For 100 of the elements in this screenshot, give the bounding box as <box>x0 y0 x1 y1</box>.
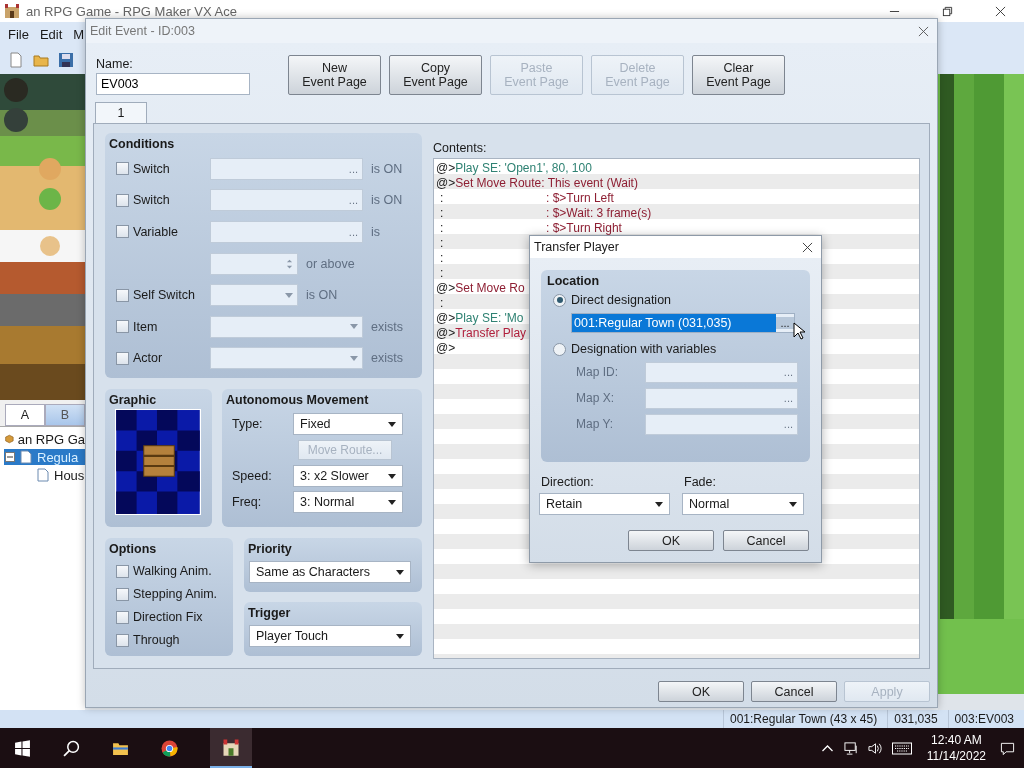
tree-item[interactable]: an RPG Ga <box>17 431 85 447</box>
condition-suffix: exists <box>371 351 403 366</box>
condition-suffix: is ON <box>371 193 403 208</box>
group-title: Options <box>109 542 158 556</box>
dialog-button[interactable]: OK <box>628 530 714 551</box>
radio-button[interactable] <box>553 293 566 307</box>
direction-dropdown[interactable]: Retain <box>539 493 670 515</box>
field-label: Map X: <box>575 391 615 405</box>
map-location-field[interactable]: 001:Regular Town (031,035) ... <box>571 313 795 333</box>
picker-field[interactable]: ... <box>210 189 363 212</box>
close-icon[interactable] <box>802 241 813 253</box>
name-field[interactable]: EV003 <box>96 73 250 95</box>
line-marker: : <box>439 235 445 250</box>
caret-icon <box>350 324 358 330</box>
browser-icon[interactable] <box>161 739 178 757</box>
line-marker: : <box>439 205 445 220</box>
taskbar-app-button[interactable] <box>210 728 252 768</box>
command-text[interactable]: : $>Wait: 3 frame(s) <box>448 205 652 220</box>
browse-button[interactable]: ... <box>776 317 794 329</box>
checkbox[interactable] <box>116 162 129 176</box>
variable-field[interactable]: ... <box>645 361 798 383</box>
page-icon <box>36 468 50 482</box>
caret-icon <box>396 633 404 639</box>
priority-dropdown[interactable]: Same as Characters <box>249 561 411 583</box>
checkbox[interactable] <box>116 225 129 239</box>
checkbox[interactable] <box>116 564 129 578</box>
line-marker: : <box>439 220 445 235</box>
checkbox[interactable] <box>116 587 129 601</box>
trigger-dropdown[interactable]: Player Touch <box>249 625 411 647</box>
group-title: Autonomous Movement <box>226 393 370 407</box>
browse-button[interactable]: ... <box>348 194 358 207</box>
search-icon[interactable] <box>63 739 80 757</box>
checkbox[interactable] <box>116 288 129 302</box>
variable-field[interactable]: ... <box>645 387 798 409</box>
browse-button[interactable]: ... <box>348 225 358 238</box>
castle-icon <box>221 737 241 757</box>
condition-suffix: is ON <box>371 161 403 176</box>
tileset-tab[interactable]: B <box>45 404 85 426</box>
close-icon[interactable] <box>918 25 929 37</box>
dialog-button[interactable]: Cancel <box>723 530 809 551</box>
menu-item[interactable]: Edit <box>39 26 63 42</box>
command-text[interactable]: Play SE: 'Open1', 80, 100 <box>455 160 592 175</box>
network-icon[interactable] <box>843 740 859 756</box>
checkbox[interactable] <box>116 193 129 207</box>
close-icon[interactable] <box>995 5 1006 17</box>
page-tab[interactable]: 1 <box>95 102 147 123</box>
menu-item[interactable]: File <box>8 26 29 42</box>
picker-field[interactable]: ... <box>210 157 363 180</box>
line-marker: : <box>439 190 445 205</box>
radio-button[interactable] <box>553 342 566 356</box>
browse-button[interactable]: ... <box>348 162 358 175</box>
caret-icon <box>285 292 293 298</box>
command-text[interactable]: Set Move Route: This event (Wait) <box>455 175 638 190</box>
windows-logo-icon[interactable] <box>14 739 31 757</box>
command-text[interactable]: : $>Turn Right <box>448 220 622 235</box>
variable-field[interactable]: ... <box>645 413 798 435</box>
event-page-button[interactable]: New Event Page <box>288 55 381 95</box>
dialog-button[interactable]: Cancel <box>751 681 837 702</box>
event-page-button[interactable]: Clear Event Page <box>692 55 785 95</box>
type-dropdown[interactable]: Fixed <box>293 413 403 435</box>
fade-dropdown[interactable]: Normal <box>682 493 804 515</box>
clock-time[interactable]: 12:40 AM <box>931 732 982 748</box>
command-text[interactable]: Transfer Play <box>455 325 527 340</box>
group-title: Trigger <box>248 606 292 620</box>
event-page-button[interactable]: Copy Event Page <box>389 55 482 95</box>
checkbox[interactable] <box>116 610 129 624</box>
browse-button[interactable]: ... <box>783 418 793 430</box>
command-text[interactable]: Set Move Ro <box>455 280 525 295</box>
line-marker: @> <box>436 325 456 340</box>
number-field[interactable] <box>210 252 298 275</box>
new-file-icon[interactable] <box>8 52 24 68</box>
volume-icon[interactable] <box>867 740 883 756</box>
group-title: Priority <box>248 542 293 556</box>
tileset-tab[interactable]: A <box>5 404 45 426</box>
keyboard-icon[interactable] <box>891 740 912 756</box>
browse-button[interactable]: ... <box>783 392 793 404</box>
dialog-button[interactable]: OK <box>658 681 744 702</box>
name-label: Name: <box>96 57 134 71</box>
command-text[interactable]: Play SE: 'Mo <box>455 310 524 325</box>
condition-suffix: exists <box>371 319 403 334</box>
clock-date[interactable]: 11/14/2022 <box>926 748 986 764</box>
browse-button[interactable]: ... <box>783 366 793 378</box>
command-text[interactable]: : $>Turn Left <box>448 190 614 205</box>
checkbox[interactable] <box>116 351 129 365</box>
notification-icon[interactable] <box>1000 740 1015 756</box>
collapse-toggle-icon[interactable] <box>5 452 15 462</box>
speed-dropdown[interactable]: 3: x2 Slower <box>293 465 403 487</box>
crate-on-checker-drawing[interactable] <box>115 409 201 515</box>
menu-item[interactable]: M <box>73 26 85 42</box>
checkbox[interactable] <box>116 633 129 647</box>
checkbox[interactable] <box>116 320 129 334</box>
checkbox-label: Item <box>133 319 158 334</box>
field-label: Map ID: <box>575 365 618 379</box>
tree-item[interactable]: Regula <box>4 449 85 465</box>
picker-field[interactable]: ... <box>210 220 363 243</box>
castle-icon <box>4 3 20 19</box>
freq-dropdown[interactable]: 3: Normal <box>293 491 403 513</box>
restore-icon[interactable] <box>942 5 953 17</box>
save-icon[interactable] <box>58 52 74 68</box>
tree-item[interactable]: Hous <box>4 467 85 483</box>
